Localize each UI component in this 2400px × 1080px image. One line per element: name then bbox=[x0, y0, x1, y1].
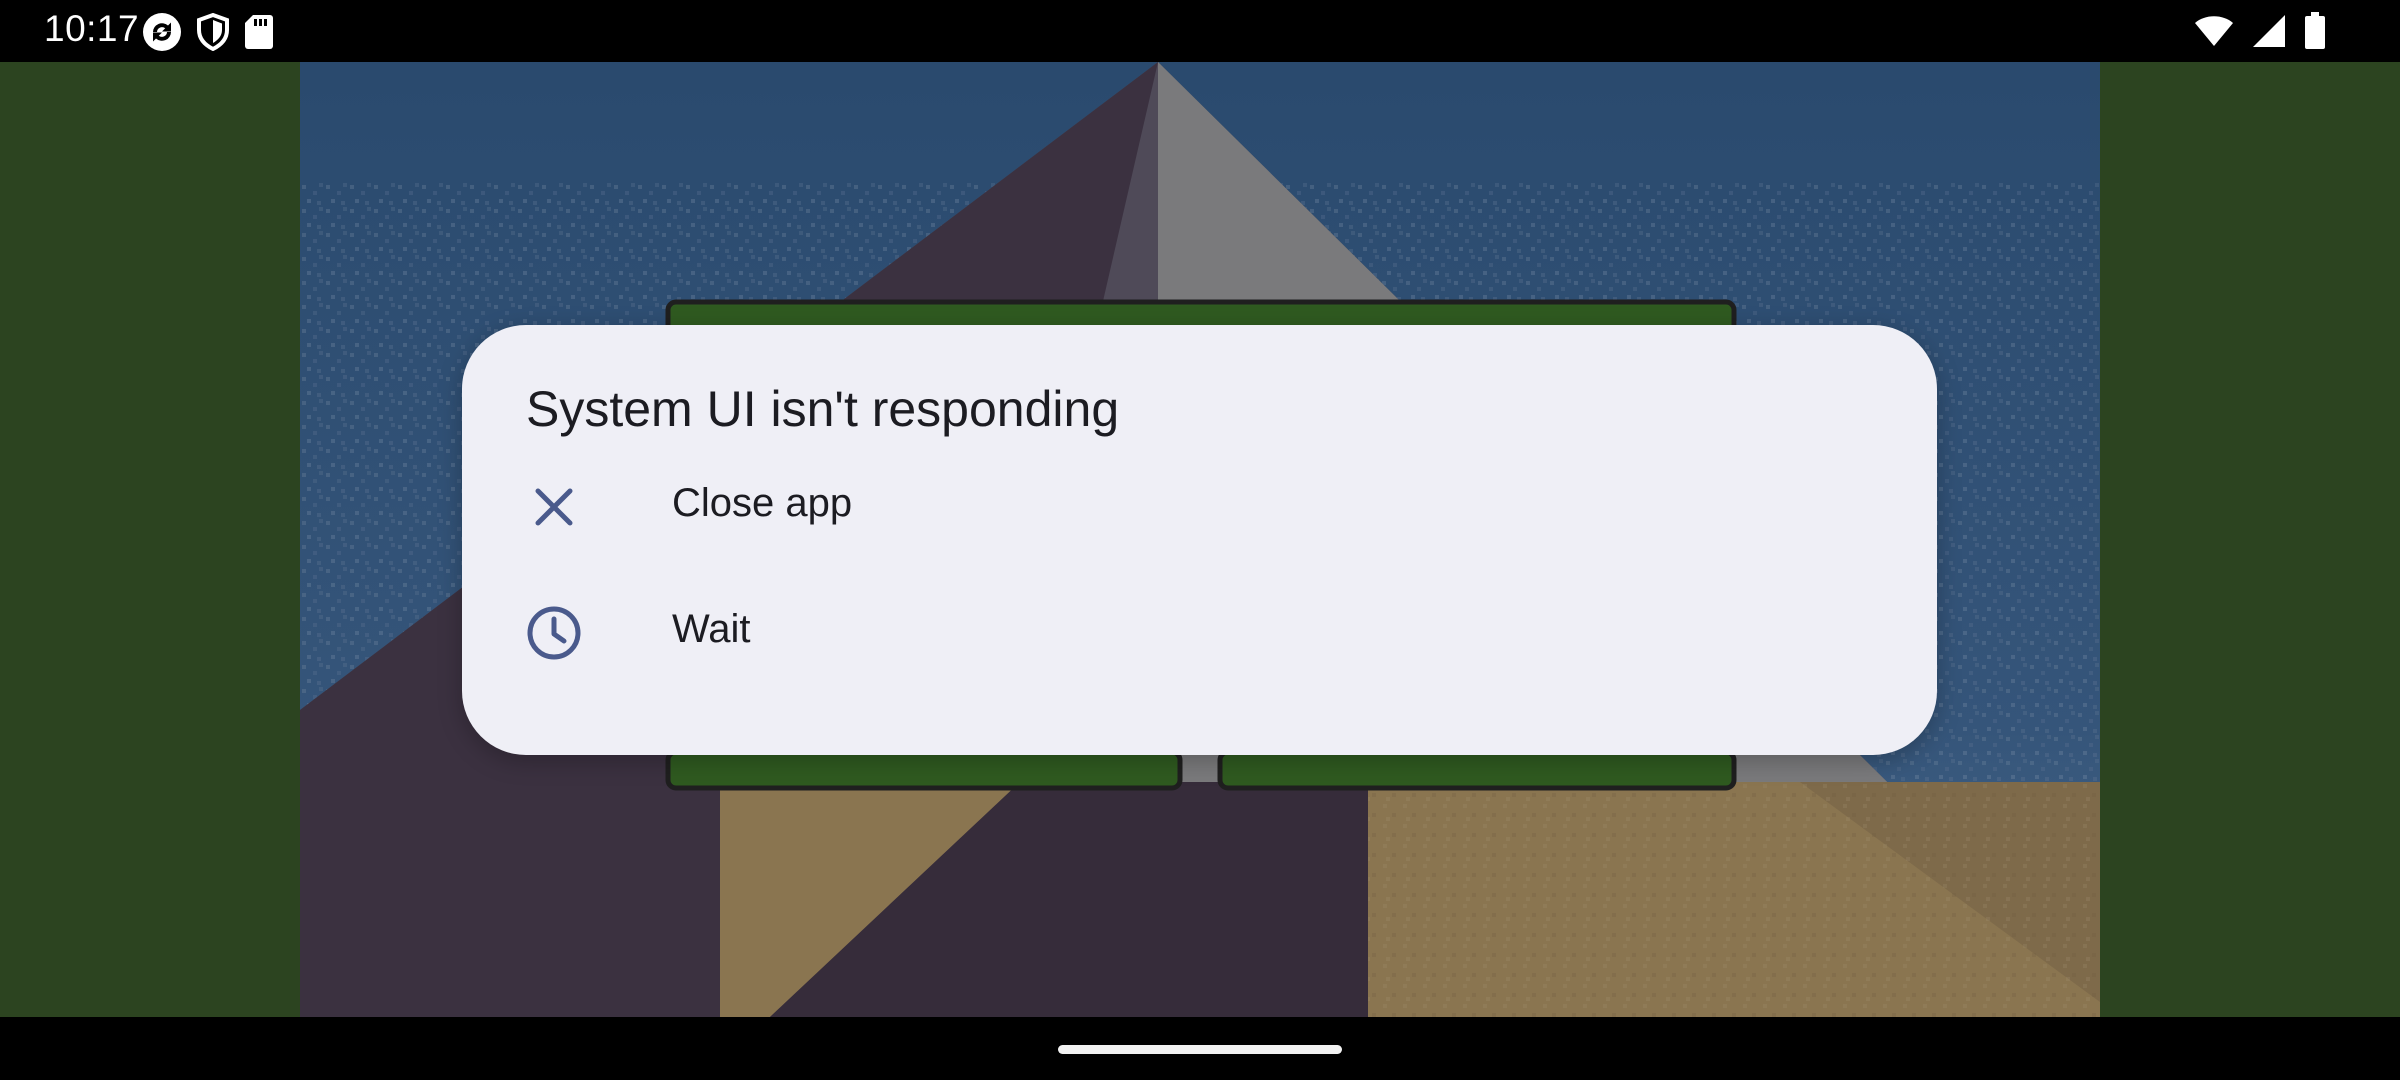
sd-card-icon bbox=[244, 14, 274, 50]
shield-icon bbox=[196, 13, 230, 51]
home-gesture-handle[interactable] bbox=[1058, 1045, 1342, 1054]
close-app-label: Close app bbox=[672, 481, 853, 525]
anr-dialog: System UI isn't responding Close app Wai… bbox=[462, 325, 1937, 755]
wait-label: Wait bbox=[672, 607, 751, 651]
close-app-option[interactable]: Close app bbox=[462, 445, 1937, 565]
status-bar: 10:17 bbox=[0, 0, 2400, 62]
status-system-icons bbox=[2194, 12, 2326, 50]
navigation-bar bbox=[0, 1017, 2400, 1080]
status-notification-icons bbox=[142, 12, 274, 52]
dialog-title: System UI isn't responding bbox=[526, 381, 1120, 437]
phone-screen: 10:17 System UI isn't responding Close a… bbox=[0, 0, 2400, 1080]
close-icon bbox=[524, 477, 584, 537]
clock-icon bbox=[524, 603, 584, 663]
wifi-icon bbox=[2194, 15, 2234, 47]
sync-icon bbox=[142, 12, 182, 52]
wait-option[interactable]: Wait bbox=[462, 571, 1937, 691]
status-time: 10:17 bbox=[44, 8, 140, 49]
cellular-signal-icon bbox=[2252, 14, 2286, 48]
battery-icon bbox=[2304, 12, 2326, 50]
